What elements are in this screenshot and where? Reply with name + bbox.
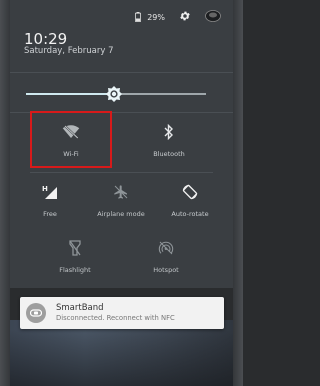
notification-text: Disconnected. Reconnect with NFC (56, 314, 175, 322)
notification-title: SmartBand (56, 303, 104, 313)
hotspot-icon (158, 238, 174, 258)
svg-text:H: H (42, 185, 48, 193)
gear-icon[interactable] (179, 10, 191, 24)
tile-label: Airplane mode (97, 210, 145, 218)
tile-bluetooth[interactable]: Bluetooth (134, 112, 204, 170)
wifi-highlight-box (30, 111, 112, 168)
flashlight-icon (69, 238, 81, 258)
bezel-right (233, 0, 243, 386)
brightness-fill (26, 93, 115, 95)
header-divider (10, 72, 233, 73)
battery-percent: 29% (147, 12, 165, 22)
notification-card[interactable]: SmartBand Disconnected. Reconnect with N… (20, 297, 224, 329)
airplane-icon (113, 182, 129, 202)
brightness-icon[interactable] (105, 85, 123, 103)
smartband-icon (26, 303, 46, 323)
clock-date[interactable]: Saturday, February 7 (24, 46, 113, 56)
battery-icon (135, 12, 142, 22)
tile-auto-rotate[interactable]: Auto-rotate (155, 172, 225, 230)
wallpaper-shade (0, 330, 243, 386)
tile-flashlight[interactable]: Flashlight (40, 228, 110, 286)
tile-label: Auto-rotate (171, 210, 209, 218)
status-row: 29% (135, 10, 221, 24)
tile-label: Flashlight (59, 266, 91, 274)
avatar-icon[interactable] (205, 10, 221, 24)
tile-label: Bluetooth (153, 150, 185, 158)
tile-label: Free (43, 210, 57, 218)
signal-icon: H (41, 182, 59, 202)
bezel-left (0, 0, 10, 386)
tile-mobile-data[interactable]: H Free (15, 172, 85, 230)
tile-airplane-mode[interactable]: Airplane mode (86, 172, 156, 230)
rotate-icon (181, 182, 199, 202)
tile-hotspot[interactable]: Hotspot (131, 228, 201, 286)
tile-label: Hotspot (153, 266, 179, 274)
bluetooth-icon (164, 122, 174, 142)
